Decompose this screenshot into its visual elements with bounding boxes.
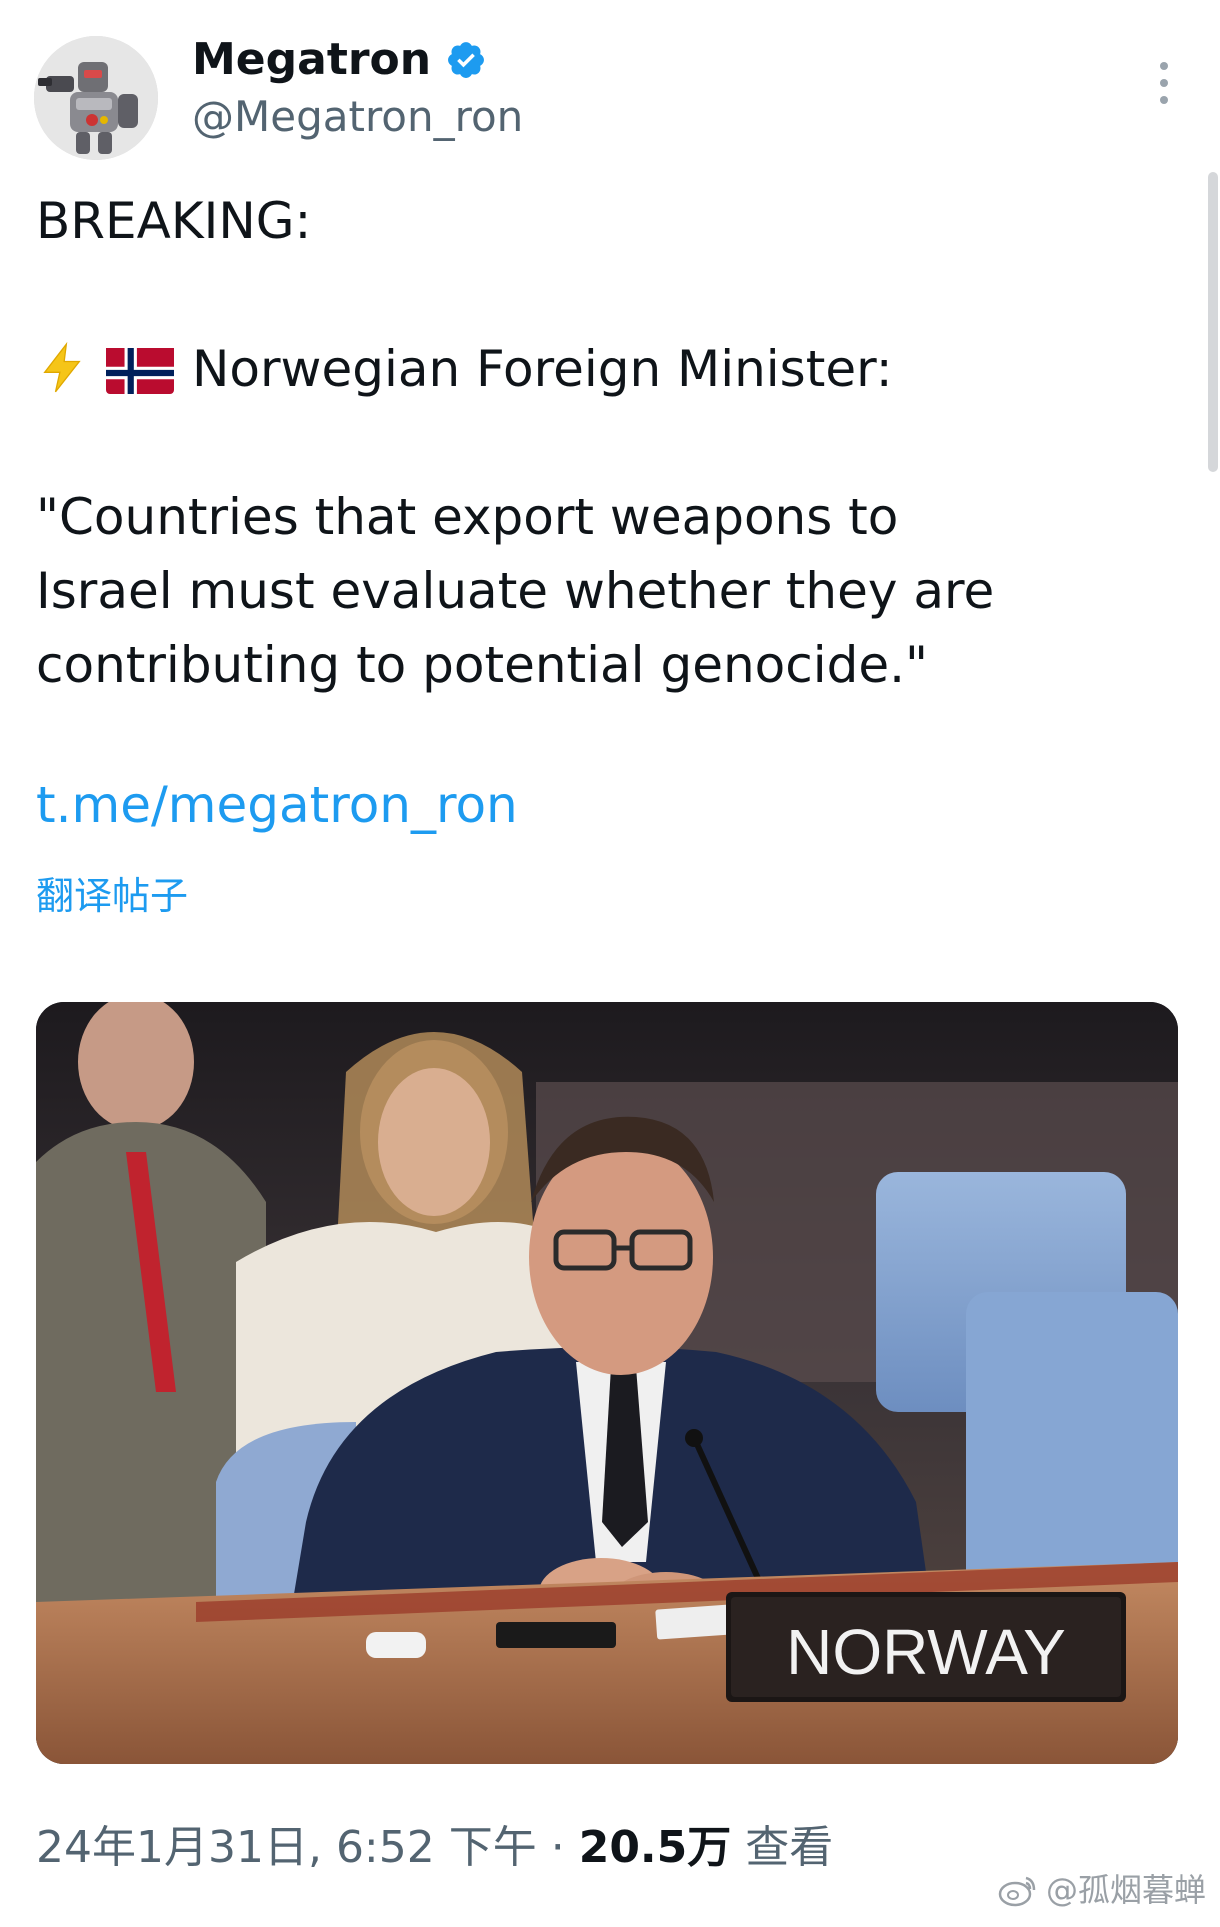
- translate-post-link[interactable]: 翻译帖子: [36, 872, 188, 920]
- scrollbar[interactable]: [1208, 172, 1218, 472]
- lightning-bolt-icon: [36, 340, 88, 393]
- tweet-text: BREAKING: Norwegian Foreign Minister: "C…: [36, 184, 1156, 702]
- author-display-name[interactable]: Megatron: [192, 34, 487, 86]
- view-label: 查看: [731, 1822, 834, 1873]
- norway-flag-icon: [106, 344, 174, 394]
- author-handle[interactable]: @Megatron_ron: [192, 92, 523, 142]
- quote-line-2: Israel must evaluate whether they are: [36, 562, 995, 620]
- verified-badge-icon: [445, 39, 487, 81]
- quote-line-3: contributing to potential genocide.": [36, 636, 929, 694]
- tweet-metadata: 24年1月31日, 6:52 下午 · 20.5万 查看: [36, 1818, 833, 1878]
- tweet-photo[interactable]: NORWAY: [36, 1002, 1178, 1764]
- robot-avatar-icon: [34, 36, 158, 160]
- watermark: @孤烟暮蝉: [998, 1870, 1206, 1910]
- more-vertical-icon[interactable]: [1158, 62, 1170, 104]
- nameplate-text: NORWAY: [786, 1616, 1066, 1688]
- un-security-council-photo: NORWAY: [36, 1002, 1178, 1764]
- weibo-icon: [998, 1872, 1038, 1908]
- tweet-line-breaking: BREAKING:: [36, 192, 312, 250]
- quote-line-1: "Countries that export weapons to: [36, 488, 899, 546]
- view-count: 20.5万: [578, 1822, 732, 1873]
- telegram-link[interactable]: t.me/megatron_ron: [36, 770, 518, 840]
- avatar[interactable]: [34, 36, 158, 160]
- timestamp[interactable]: 24年1月31日, 6:52 下午 ·: [36, 1822, 579, 1873]
- watermark-text: @孤烟暮蝉: [1045, 1871, 1206, 1909]
- tweet-page: Megatron @Megatron_ron BREAKING: Norwegi…: [0, 0, 1220, 1927]
- tweet-line-minister: Norwegian Foreign Minister:: [36, 332, 1156, 406]
- author-name-text: Megatron: [192, 34, 432, 85]
- minister-label: Norwegian Foreign Minister:: [192, 340, 893, 398]
